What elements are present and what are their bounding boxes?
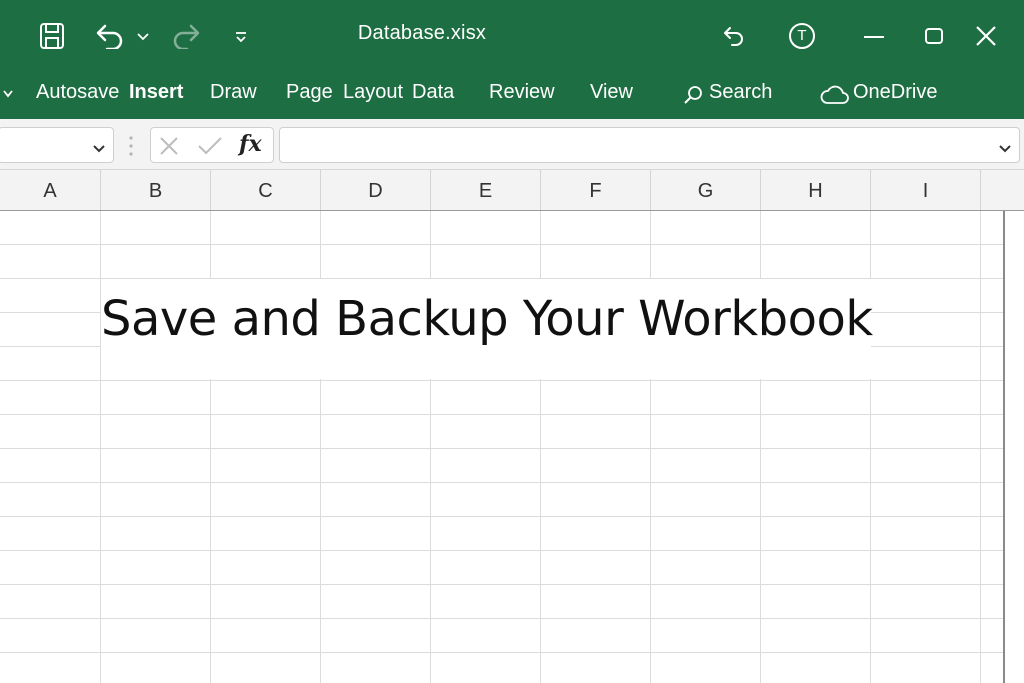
- grid-row-line: [0, 244, 1003, 245]
- column-headers: A B C D E F G H I: [0, 170, 1024, 211]
- title-bar: Database.xisx T Autosave Insert Draw Pag…: [0, 0, 1024, 119]
- undo-right-icon[interactable]: [718, 22, 750, 52]
- column-header-b[interactable]: B: [101, 170, 211, 210]
- formula-buttons: fx: [150, 127, 274, 163]
- right-gutter: [1005, 211, 1024, 683]
- grid-row-line: [0, 652, 1003, 653]
- close-icon[interactable]: [970, 20, 1002, 52]
- column-header-h[interactable]: H: [761, 170, 871, 210]
- ribbon-tab-view[interactable]: View: [590, 81, 633, 104]
- ribbon-tab-insert[interactable]: Insert: [129, 81, 183, 104]
- grid-row-line: [0, 550, 1003, 551]
- ribbon-tab-page[interactable]: Page: [286, 81, 333, 104]
- formula-input[interactable]: [279, 127, 1020, 163]
- ribbon-autosave[interactable]: Autosave: [36, 81, 119, 104]
- column-header-a[interactable]: A: [0, 170, 101, 210]
- insert-function-button[interactable]: fx: [239, 131, 262, 157]
- formula-bar-splitter-icon[interactable]: [128, 135, 134, 157]
- cloud-icon[interactable]: [818, 84, 850, 106]
- search-button[interactable]: Search: [709, 81, 772, 104]
- name-box[interactable]: [0, 127, 114, 163]
- column-header-d[interactable]: D: [321, 170, 431, 210]
- cancel-entry-icon[interactable]: [159, 136, 181, 156]
- account-initial: T: [797, 27, 807, 44]
- ribbon-tab-draw[interactable]: Draw: [210, 81, 257, 104]
- formula-expand-icon[interactable]: [999, 140, 1013, 153]
- formula-bar: fx: [0, 119, 1024, 170]
- grid-row-line: [0, 618, 1003, 619]
- worksheet-grid[interactable]: Save and Backup Your Workbook: [0, 211, 1005, 683]
- maximize-icon[interactable]: [920, 22, 948, 50]
- column-header-i[interactable]: I: [871, 170, 981, 210]
- account-icon[interactable]: T: [786, 20, 818, 52]
- grid-row-line: [0, 584, 1003, 585]
- column-header-c[interactable]: C: [211, 170, 321, 210]
- ribbon-tab-data[interactable]: Data: [412, 81, 454, 104]
- merged-cell-text: Save and Backup Your Workbook: [101, 291, 873, 347]
- search-icon[interactable]: [682, 84, 704, 106]
- file-menu-chevron-icon[interactable]: [0, 86, 16, 102]
- name-box-dropdown-icon[interactable]: [93, 140, 107, 153]
- grid-row-line: [0, 414, 1003, 415]
- ribbon-tab-layout[interactable]: Layout: [343, 81, 403, 104]
- minimize-icon[interactable]: [860, 24, 888, 50]
- column-header-g[interactable]: G: [651, 170, 761, 210]
- grid-row-line: [0, 482, 1003, 483]
- column-header-f[interactable]: F: [541, 170, 651, 210]
- grid-row-line: [0, 380, 1003, 381]
- column-header-j[interactable]: [981, 170, 1024, 210]
- onedrive-button[interactable]: OneDrive: [853, 81, 937, 104]
- column-header-e[interactable]: E: [431, 170, 541, 210]
- ribbon-tab-review[interactable]: Review: [489, 81, 555, 104]
- enter-entry-icon[interactable]: [197, 136, 223, 156]
- grid-column-line: [980, 211, 981, 683]
- grid-row-line: [0, 448, 1003, 449]
- grid-row-line: [0, 516, 1003, 517]
